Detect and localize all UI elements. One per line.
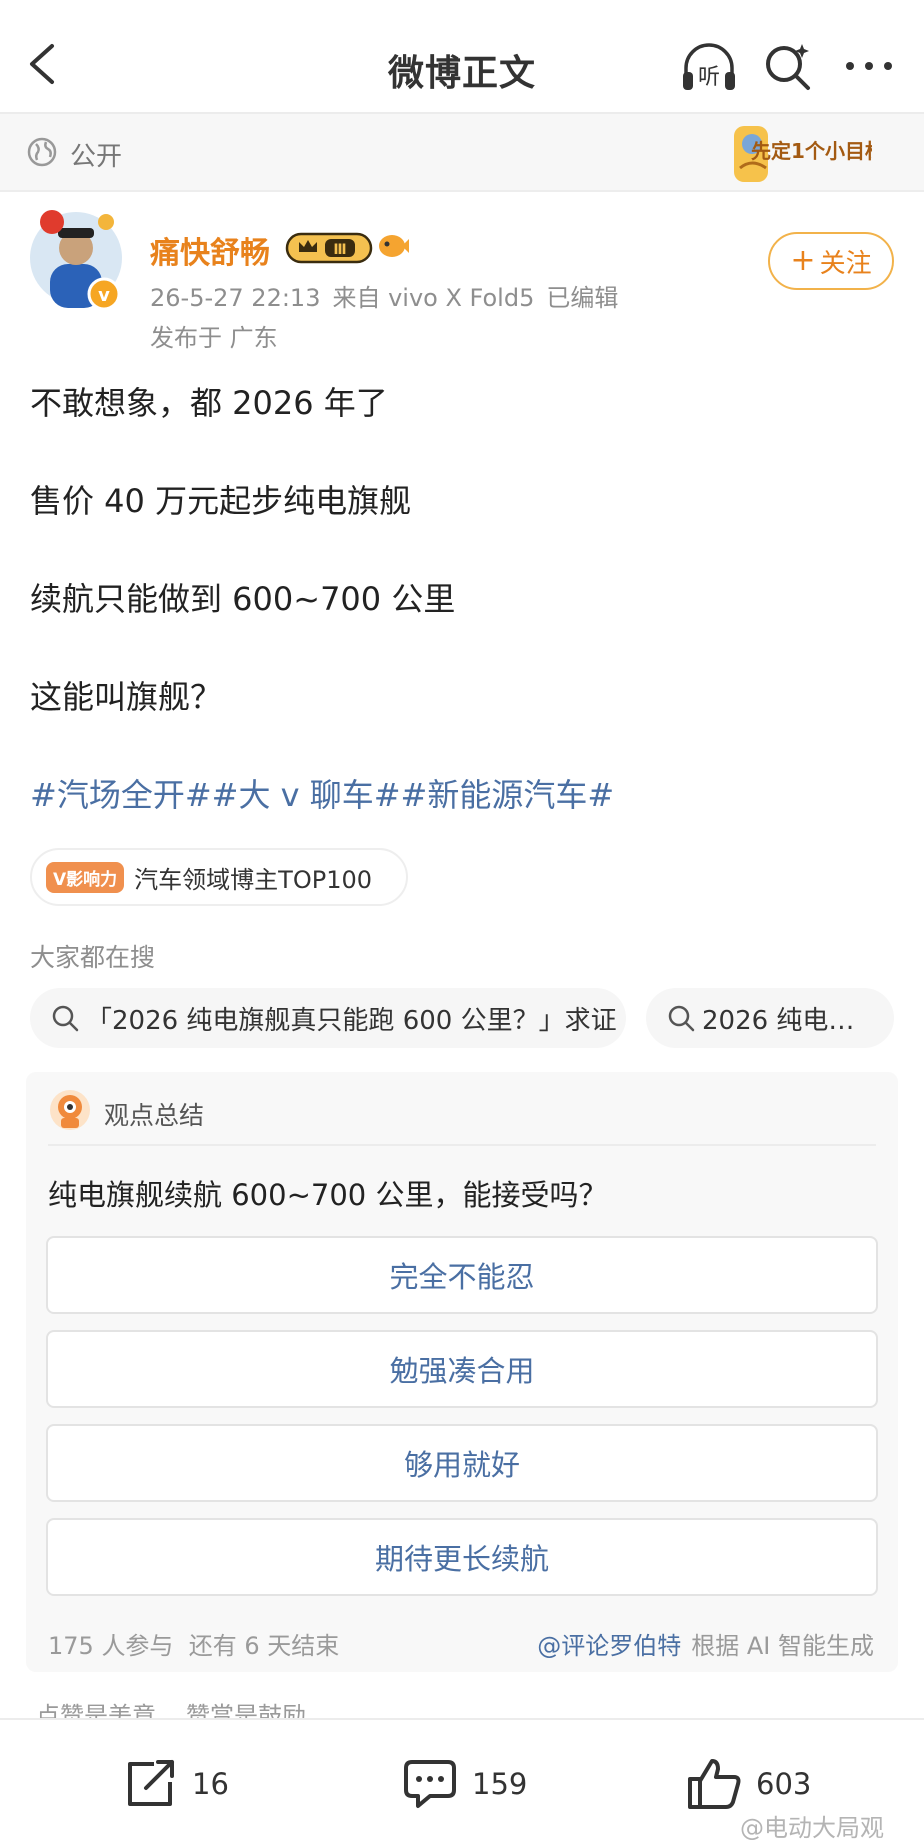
robot-mascot-icon xyxy=(50,1090,90,1130)
poll-option[interactable]: 够用就好 xyxy=(46,1424,878,1502)
trending-search-text: 2026 纯电… xyxy=(702,1005,855,1036)
post-line: 这能叫旗舰？ xyxy=(30,678,223,716)
divider xyxy=(0,190,924,192)
share-button[interactable]: 16 xyxy=(124,1754,229,1814)
post-line: 不敢想象，都 2026 年了 xyxy=(30,384,388,422)
more-options-icon[interactable] xyxy=(844,56,894,76)
partial-reward-text: 点赞是美意 赞赏是鼓励 xyxy=(36,1696,336,1718)
share-icon xyxy=(128,1760,174,1806)
poll-remaining: 还有 6 天结束 xyxy=(188,1632,340,1660)
globe-icon xyxy=(27,137,57,167)
search-icon xyxy=(668,1005,695,1032)
poll-heading: 观点总结 xyxy=(104,1101,205,1130)
vip-level-badge-icon[interactable]: Ⅲ xyxy=(285,230,373,266)
trending-search-item[interactable]: 2026 纯电… xyxy=(646,988,894,1048)
trending-search-heading: 大家都在搜 xyxy=(30,943,156,972)
influence-text: 汽车领域博主TOP100 xyxy=(134,865,373,894)
search-sparkle-icon[interactable] xyxy=(762,40,814,92)
plus-icon: + xyxy=(790,243,816,278)
post-line: 售价 40 万元起步纯电旗舰 xyxy=(30,482,412,520)
poll-option[interactable]: 期待更长续航 xyxy=(46,1518,878,1596)
like-count: 603 xyxy=(756,1767,812,1801)
partial-text: 点赞是美意 xyxy=(36,1702,156,1718)
poll-status: 175 人参与 还有 6 天结束 xyxy=(48,1626,339,1661)
influence-tag: V影响力 xyxy=(46,861,125,893)
poll-credit: @评论罗伯特 根据 AI 智能生成 xyxy=(537,1626,874,1661)
poll-option[interactable]: 完全不能忍 xyxy=(46,1236,878,1314)
like-button[interactable]: 603 xyxy=(686,1754,811,1814)
thumbs-up-icon xyxy=(688,1759,741,1809)
comment-button[interactable]: 159 xyxy=(402,1754,527,1814)
partial-text: 赞赏是鼓励 xyxy=(186,1702,306,1718)
visibility-label: 公开 xyxy=(70,142,123,172)
visibility-row: 公开 先定1个小目标 xyxy=(0,114,924,190)
poll-participants: 175 人参与 xyxy=(48,1632,174,1660)
top-nav-bar: 微博正文 听 xyxy=(0,0,924,112)
avatar[interactable]: v xyxy=(28,206,128,312)
post-location: 发布于 广东 xyxy=(150,324,278,352)
comment-icon xyxy=(404,1760,456,1808)
poll-question: 纯电旗舰续航 600~700 公里，能接受吗？ xyxy=(48,1178,608,1212)
search-icon xyxy=(52,1005,79,1032)
goal-sticker-text: 先定1个小目标 xyxy=(751,139,872,163)
influence-chip[interactable]: V影响力 汽车领域博主TOP100 xyxy=(30,848,408,906)
follow-label: 关注 xyxy=(819,248,872,279)
headphones-listen-icon[interactable]: 听 xyxy=(678,42,740,94)
post-time: 26-5-27 22:13 xyxy=(150,284,321,312)
divider xyxy=(48,1144,876,1146)
author-name[interactable]: 痛快舒畅 xyxy=(150,228,270,272)
vip-level-text: Ⅲ xyxy=(333,242,346,258)
poll-credit-text: 根据 AI 智能生成 xyxy=(691,1632,874,1660)
svg-text:v: v xyxy=(98,285,110,306)
trending-search-item[interactable]: 「2026 纯电旗舰真只能跑 600 公里？」求证 xyxy=(30,988,626,1048)
opinion-poll-card: 观点总结 纯电旗舰续航 600~700 公里，能接受吗？ 完全不能忍 勉强凑合用… xyxy=(26,1072,898,1672)
post-meta: 26-5-27 22:13 来自 vivo X Fold5 已编辑 xyxy=(150,278,630,313)
follow-button[interactable]: + 关注 xyxy=(768,232,894,290)
watermark: @电动大局观 xyxy=(740,1814,884,1842)
edited-label: 已编辑 xyxy=(546,284,619,312)
goal-sticker-icon[interactable]: 先定1个小目标 xyxy=(732,118,872,188)
fish-badge-icon[interactable] xyxy=(376,228,410,262)
share-count: 16 xyxy=(192,1767,229,1801)
poll-option[interactable]: 勉强凑合用 xyxy=(46,1330,878,1408)
comment-count: 159 xyxy=(472,1767,528,1801)
poll-credit-link[interactable]: @评论罗伯特 xyxy=(537,1632,681,1660)
trending-search-text: 「2026 纯电旗舰真只能跑 600 公里？」求证 xyxy=(86,1005,617,1036)
post-line: 续航只能做到 600~700 公里 xyxy=(30,580,456,618)
post-hashtags[interactable]: #汽场全开##大 v 聊车##新能源汽车# xyxy=(30,770,614,816)
post-source: 来自 vivo X Fold5 xyxy=(332,284,535,312)
listen-label: 听 xyxy=(698,65,720,90)
